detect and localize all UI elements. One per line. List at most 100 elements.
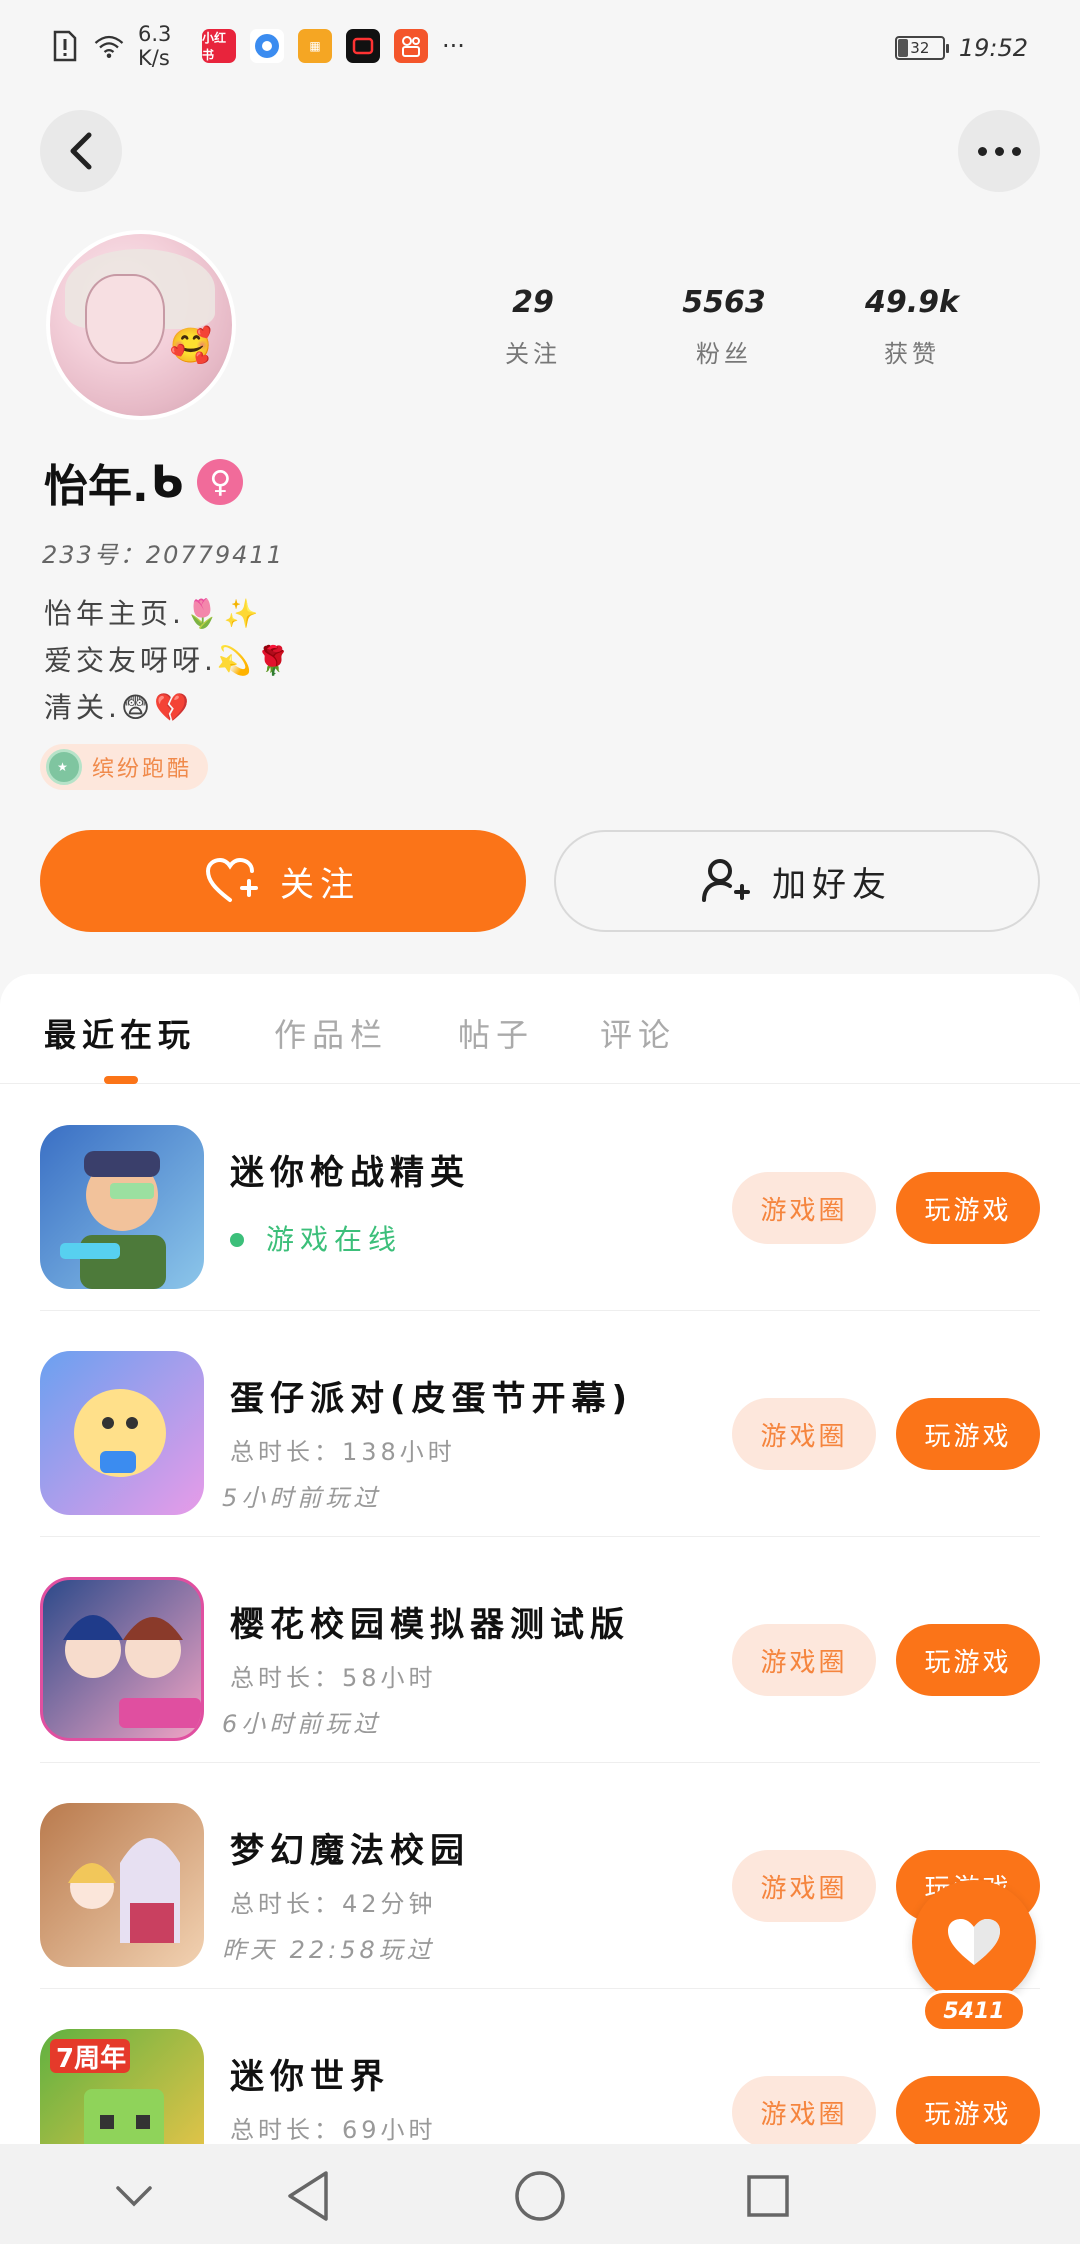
nav-home-button[interactable] <box>510 2166 570 2226</box>
avatar[interactable]: 🥰 <box>46 230 236 420</box>
game-icon <box>40 1125 204 1289</box>
follow-button[interactable]: 关注 <box>40 830 526 932</box>
game-icon <box>40 1577 204 1741</box>
stat-following[interactable]: 29 关注 <box>443 285 623 369</box>
badge-medal-icon: ★ <box>46 749 82 785</box>
back-button[interactable] <box>40 110 122 192</box>
battery-icon: 32 <box>894 36 949 60</box>
last-played: 5小时前玩过 <box>222 1484 382 1512</box>
bio: 怡年主页.🌷✨ 爱交友呀呀.💫🌹 清关.😨💔 <box>44 590 295 731</box>
bio-line: 爱交友呀呀.💫🌹 <box>44 644 295 677</box>
game-circle-button[interactable]: 游戏圈 <box>732 1398 876 1470</box>
username: 怡年. ᑲ ♀ <box>44 450 244 514</box>
triangle-back-icon <box>288 2171 328 2221</box>
play-duration: 总时长：138小时 <box>230 1438 456 1466</box>
game-icon <box>40 1803 204 1967</box>
add-friend-button[interactable]: 加好友 <box>554 830 1040 932</box>
add-friend-label: 加好友 <box>772 864 892 905</box>
floating-like-button[interactable] <box>912 1880 1036 2004</box>
game-name: 梦幻魔法校园 <box>230 1831 470 1871</box>
game-circle-button[interactable]: 游戏圈 <box>732 2076 876 2148</box>
profile-tabs: 最近在玩 作品栏 帖子 评论 <box>0 974 1080 1084</box>
game-circle-button[interactable]: 游戏圈 <box>732 1172 876 1244</box>
username-text: 怡年. <box>44 461 149 512</box>
stat-label: 获赞 <box>884 340 940 368</box>
game-name: 迷你世界 <box>230 2057 390 2097</box>
like-count-badge: 5411 <box>922 1990 1026 2032</box>
list-item[interactable]: 梦幻魔法校园 总时长：42分钟 昨天 22:58玩过 游戏圈 玩游戏 <box>40 1763 1040 1989</box>
clock: 19:52 <box>958 34 1028 62</box>
play-game-button[interactable]: 玩游戏 <box>896 1172 1040 1244</box>
game-circle-button[interactable]: 游戏圈 <box>732 1850 876 1922</box>
game-name: 迷你枪战精英 <box>230 1153 470 1193</box>
game-badge[interactable]: ★ 缤纷跑酷 <box>40 744 209 790</box>
last-played: 6小时前玩过 <box>222 1710 382 1738</box>
online-dot-icon <box>230 1233 244 1247</box>
play-game-button[interactable]: 玩游戏 <box>896 2076 1040 2148</box>
circle-home-icon <box>515 2171 565 2221</box>
game-icon <box>40 1351 204 1515</box>
last-played: 昨天 22:58玩过 <box>222 1936 435 1964</box>
list-item[interactable]: 樱花校园模拟器测试版 总时长：58小时 6小时前玩过 游戏圈 玩游戏 <box>40 1537 1040 1763</box>
game-status: 游戏在线 <box>230 1217 402 1263</box>
play-duration: 总时长：42分钟 <box>230 1890 437 1918</box>
follow-label: 关注 <box>280 864 360 905</box>
more-options-button[interactable] <box>958 110 1040 192</box>
video-app-icon <box>346 29 380 63</box>
stat-value: 5563 <box>682 285 766 320</box>
game-meta: 总时长：58小时 6小时前玩过 <box>222 1655 437 1747</box>
nav-back-button[interactable] <box>278 2166 338 2226</box>
stat-value: 29 <box>512 285 554 320</box>
active-tab-indicator <box>104 1076 138 1084</box>
more-dots-icon <box>977 146 1021 156</box>
game-app-icon: ▦ <box>298 29 332 63</box>
stat-value: 49.9k <box>865 285 959 320</box>
add-user-icon <box>702 859 750 902</box>
avatar-emoji: 🥰 <box>169 326 212 366</box>
game-meta: 总时长：138小时 5小时前玩过 <box>222 1429 456 1521</box>
user-id: 233号：20779411 <box>42 541 284 569</box>
status-bar: 6.3 K/s 小红书 ▦ ··· 32 19:52 <box>0 0 1080 100</box>
heart-icon <box>948 1919 1000 1965</box>
heart-plus-icon <box>206 858 258 902</box>
badge-label: 缤纷跑酷 <box>92 757 193 782</box>
game-meta: 总时长：42分钟 昨天 22:58玩过 <box>222 1881 437 1973</box>
stat-label: 粉丝 <box>696 340 752 368</box>
tab-posts[interactable]: 帖子 <box>458 1010 534 1056</box>
chevron-down-icon <box>116 2186 152 2207</box>
notification-alert-icon <box>50 29 80 63</box>
stat-likes[interactable]: 49.9k 获赞 <box>822 285 1002 369</box>
list-item[interactable]: 迷你枪战精英 游戏在线 游戏圈 玩游戏 <box>40 1085 1040 1311</box>
stat-fans[interactable]: 5563 粉丝 <box>634 285 814 369</box>
svg-text:7周年: 7周年 <box>56 2043 126 2074</box>
wifi-icon <box>94 29 124 63</box>
bio-line: 清关.😨💔 <box>44 691 193 724</box>
xiaohongshu-app-icon: 小红书 <box>202 29 236 63</box>
tab-recently-played[interactable]: 最近在玩 <box>44 1010 196 1056</box>
female-gender-icon: ♀ <box>197 459 244 505</box>
game-circle-button[interactable]: 游戏圈 <box>732 1624 876 1696</box>
system-navigation-bar <box>0 2144 1080 2244</box>
list-item[interactable]: 蛋仔派对(皮蛋节开幕) 总时长：138小时 5小时前玩过 游戏圈 玩游戏 <box>40 1311 1040 1537</box>
game-list: 迷你枪战精英 游戏在线 游戏圈 玩游戏 蛋仔派对(皮蛋节开幕) 总时长：138小… <box>0 1085 1080 2215</box>
square-recents-icon <box>747 2175 789 2217</box>
play-game-button[interactable]: 玩游戏 <box>896 1624 1040 1696</box>
play-game-button[interactable]: 玩游戏 <box>896 1398 1040 1470</box>
play-duration: 总时长：58小时 <box>230 1664 437 1692</box>
game-name: 蛋仔派对(皮蛋节开幕) <box>230 1379 634 1419</box>
stat-label: 关注 <box>505 340 561 368</box>
more-notifications-icon: ··· <box>442 32 465 60</box>
game-name: 樱花校园模拟器测试版 <box>230 1605 630 1645</box>
browser-app-icon <box>250 29 284 63</box>
kuaishou-app-icon <box>394 29 428 63</box>
nav-recents-button[interactable] <box>738 2166 798 2226</box>
tab-comments[interactable]: 评论 <box>600 1010 676 1056</box>
online-status: 游戏在线 <box>266 1223 403 1256</box>
username-glyph: ᑲ <box>150 456 184 508</box>
network-speed: 6.3 K/s <box>138 22 172 70</box>
hide-keyboard-button[interactable] <box>104 2166 164 2226</box>
battery-level: 32 <box>910 39 930 57</box>
tab-works[interactable]: 作品栏 <box>274 1010 388 1056</box>
chevron-left-icon <box>70 132 92 170</box>
bio-line: 怡年主页.🌷✨ <box>44 597 263 630</box>
